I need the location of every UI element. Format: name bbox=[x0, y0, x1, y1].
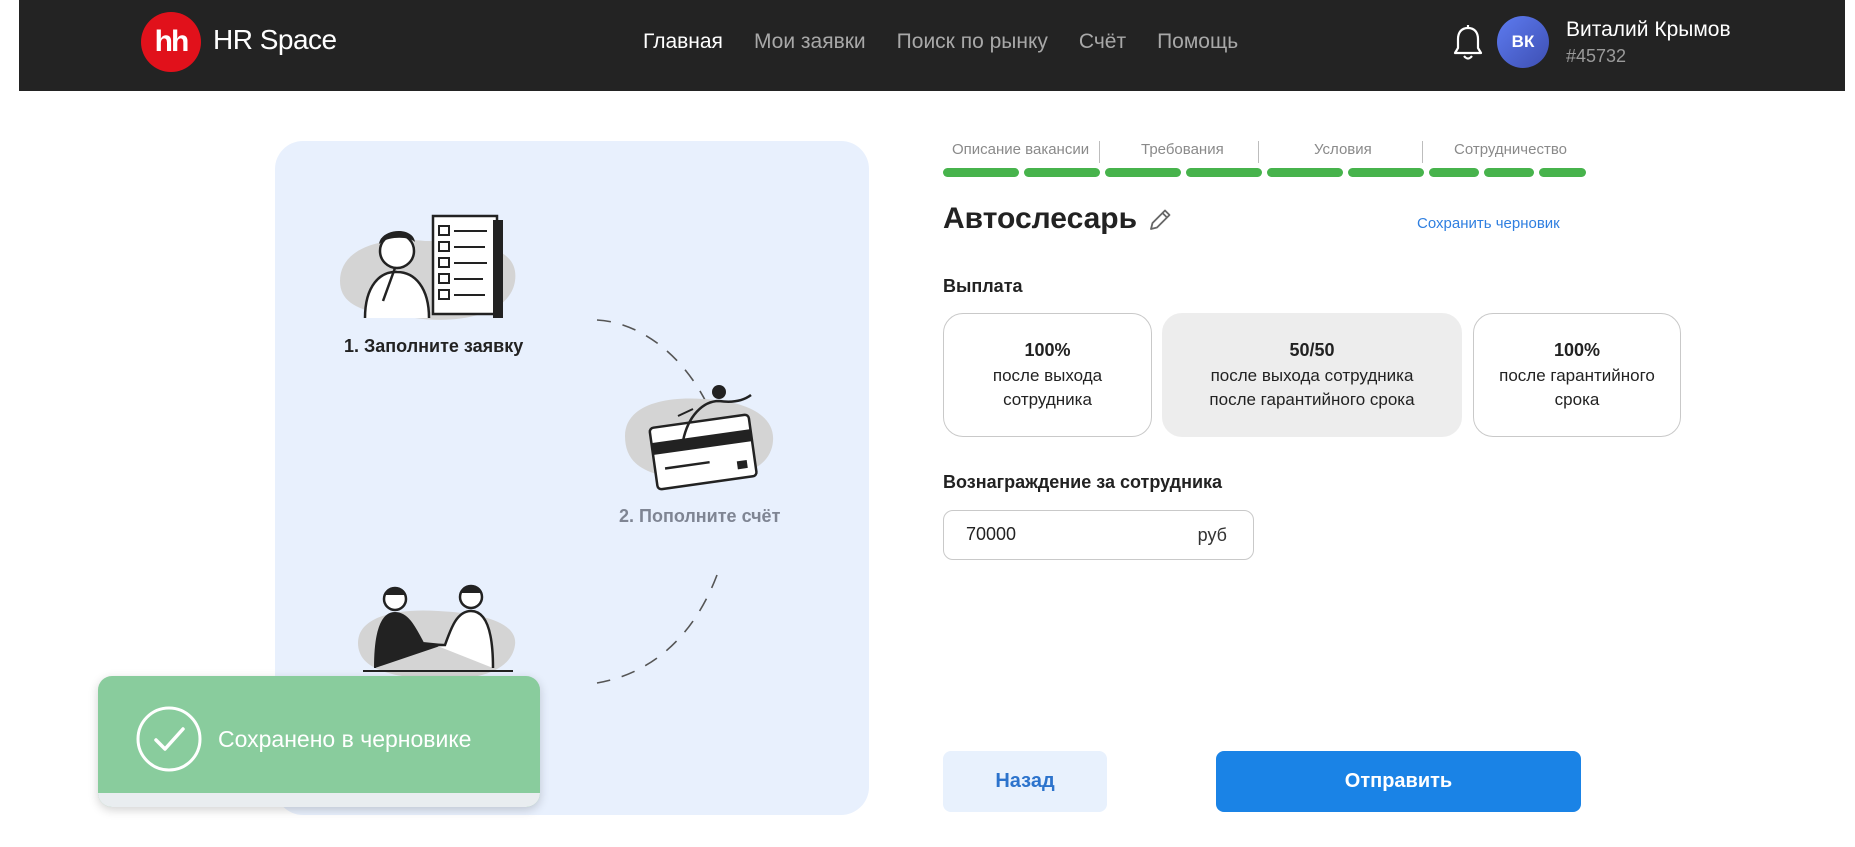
step-2-label: 2. Пополните счёт bbox=[619, 506, 781, 526]
user-id: #45732 bbox=[1566, 46, 1627, 66]
hire-handshake-illustration bbox=[358, 584, 516, 680]
nav-item-market-search[interactable]: Поиск по рынку bbox=[897, 30, 1048, 54]
payment-option-after-guarantee[interactable]: 100% после гарантийного срока bbox=[1473, 313, 1681, 437]
saved-toast: Сохранено в черновике bbox=[98, 676, 540, 807]
progress-segment bbox=[1105, 168, 1181, 177]
progress-segment bbox=[1484, 168, 1534, 177]
payment-option-text: после выхода bbox=[992, 366, 1103, 385]
fill-request-illustration bbox=[340, 214, 516, 320]
step-cooperation[interactable]: Сотрудничество bbox=[1454, 141, 1567, 158]
payment-option-percent: 100% bbox=[1024, 340, 1071, 360]
payment-option-text: сотрудника bbox=[1003, 390, 1092, 409]
payment-option-after-start[interactable]: 100% после выхода сотрудника bbox=[943, 313, 1152, 437]
step-requirements[interactable]: Требования bbox=[1141, 141, 1224, 158]
pencil-icon[interactable] bbox=[1147, 207, 1173, 233]
payment-option-text: после гарантийного bbox=[1499, 366, 1655, 385]
toast-timer-bar bbox=[98, 793, 540, 807]
payment-option-text: после выхода сотрудника bbox=[1210, 366, 1414, 385]
nav-item-account[interactable]: Счёт bbox=[1079, 30, 1126, 54]
progress-segment bbox=[1024, 168, 1100, 177]
checkmark-icon bbox=[136, 706, 202, 772]
payment-option-text: срока bbox=[1554, 390, 1600, 409]
nav-item-my-requests[interactable]: Мои заявки bbox=[754, 30, 866, 54]
send-button[interactable]: Отправить bbox=[1216, 751, 1581, 812]
payment-option-percent: 50/50 bbox=[1289, 340, 1335, 360]
user-avatar[interactable]: ВК bbox=[1497, 16, 1549, 68]
step-1-label: 1. Заполните заявку bbox=[344, 336, 524, 356]
payment-option-text: после гарантийного срока bbox=[1209, 390, 1415, 409]
user-name[interactable]: Виталий Крымов bbox=[1566, 18, 1731, 42]
back-button[interactable]: Назад bbox=[943, 751, 1107, 812]
step-divider bbox=[1258, 141, 1259, 163]
hh-logo[interactable]: hh bbox=[141, 12, 201, 72]
progress-segment bbox=[943, 168, 1019, 177]
toast-message: Сохранено в черновике bbox=[218, 726, 472, 752]
progress-segment bbox=[1429, 168, 1479, 177]
reward-input[interactable] bbox=[964, 523, 1168, 546]
save-draft-link[interactable]: Сохранить черновик bbox=[1417, 215, 1560, 232]
nav-item-home[interactable]: Главная bbox=[643, 30, 723, 54]
top-up-account-illustration bbox=[625, 385, 774, 491]
step-conditions[interactable]: Условия bbox=[1314, 141, 1372, 158]
step-vacancy-description[interactable]: Описание вакансии bbox=[952, 141, 1089, 158]
payment-option-percent: 100% bbox=[1553, 340, 1601, 360]
payment-option-split[interactable]: 50/50 после выхода сотрудника после гара… bbox=[1162, 313, 1462, 437]
bell-icon[interactable] bbox=[1452, 24, 1484, 62]
reward-field[interactable]: руб bbox=[943, 510, 1254, 560]
main-nav: Главная Мои заявки Поиск по рынку Счёт П… bbox=[643, 30, 1238, 54]
dashed-connector bbox=[596, 574, 718, 684]
vacancy-title: Автослесарь bbox=[943, 202, 1138, 235]
top-header: hh HR Space Главная Мои заявки Поиск по … bbox=[19, 0, 1845, 91]
reward-currency: руб bbox=[1197, 525, 1227, 545]
nav-item-help[interactable]: Помощь bbox=[1157, 30, 1238, 54]
progress-segment bbox=[1348, 168, 1424, 177]
step-divider bbox=[1099, 141, 1100, 163]
reward-label: Вознаграждение за сотрудника bbox=[943, 472, 1223, 492]
progress-segment bbox=[1267, 168, 1343, 177]
progress-segment bbox=[1539, 168, 1586, 177]
payment-label: Выплата bbox=[943, 276, 1023, 296]
brand-name: HR Space bbox=[213, 24, 337, 55]
step-divider bbox=[1422, 141, 1423, 163]
progress-segment bbox=[1186, 168, 1262, 177]
